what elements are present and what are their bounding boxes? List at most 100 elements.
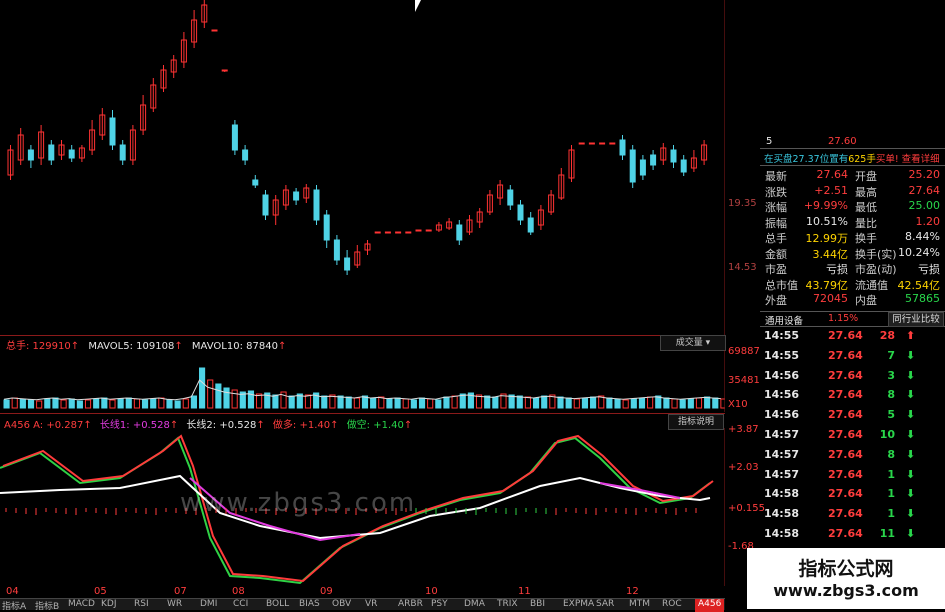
trade-price: 27.64	[828, 368, 863, 382]
indicator-tab[interactable]: CCI	[233, 599, 248, 612]
volume-bar	[19, 398, 26, 409]
candle	[619, 139, 626, 156]
quote-label: 换手(实)	[855, 247, 897, 261]
price-chart[interactable]	[0, 0, 725, 335]
volume-bar	[76, 400, 83, 409]
indicator-tab[interactable]: RSI	[134, 599, 149, 612]
indicator-tab[interactable]: OBV	[332, 599, 351, 612]
sector-name[interactable]: 通用设备	[765, 313, 803, 327]
indicator-tab[interactable]: WR	[167, 599, 182, 612]
quote-row: 市盈 亏损 市盈(动) 亏损	[760, 261, 940, 277]
x-axis: 04 05 07 08 09 10 11 12	[0, 586, 725, 598]
indicator-tab[interactable]: EXPMA	[563, 599, 594, 612]
candle	[231, 124, 238, 151]
bid-notice[interactable]: 在买盘27.37位置有625手买单! 查看详细	[764, 151, 940, 165]
indicator-tab[interactable]: VR	[365, 599, 377, 612]
candle	[599, 142, 606, 145]
candle	[395, 231, 402, 234]
indicator-tab[interactable]: DMI	[200, 599, 217, 612]
indicator-tab[interactable]: ARBR	[398, 599, 423, 612]
volume-bar	[695, 397, 703, 409]
trade-price: 27.64	[828, 527, 863, 540]
quote-row: 振幅 10.51% 量比 1.20	[760, 215, 940, 231]
indicator-tab[interactable]: BIAS	[299, 599, 320, 612]
candle	[323, 214, 330, 241]
brand-title: 指标公式网	[798, 558, 894, 580]
volume-bar	[630, 398, 637, 409]
trade-volume: 1	[887, 467, 895, 481]
volume-bar	[3, 399, 10, 409]
candle	[109, 117, 116, 146]
indicator-line-long1	[599, 482, 681, 499]
indicator-tab[interactable]: DMA	[464, 599, 485, 612]
indicator-tab[interactable]: TRIX	[497, 599, 518, 612]
trade-row: 14:56 27.64 8 ⬇	[760, 387, 940, 405]
trade-row: 14:55 27.64 7 ⬇	[760, 348, 940, 366]
trade-row: 14:58 27.64 1 ⬇	[760, 486, 940, 504]
quote-label: 外盘	[765, 294, 787, 307]
volume-bar	[687, 398, 694, 409]
quote-value: +9.99%	[803, 199, 848, 212]
trade-row: 14:57 27.64 8 ⬇	[760, 447, 940, 465]
indicator-tab[interactable]: BOLL	[266, 599, 289, 612]
candle	[242, 149, 249, 161]
volume-bar	[590, 396, 597, 409]
quote-value: 8.44%	[905, 230, 940, 243]
volume-bar	[647, 396, 654, 409]
indicator-tab[interactable]: PSY	[431, 599, 448, 612]
volume-bar	[394, 397, 401, 409]
volume-bar	[484, 395, 491, 409]
candle	[609, 142, 616, 145]
volume-bar	[370, 397, 377, 409]
trade-row: 14:58 27.64 1 ⬇	[760, 506, 940, 524]
volume-bar	[272, 394, 279, 409]
candle	[425, 229, 432, 232]
quote-label: 内盘	[855, 294, 877, 307]
arrow-down-icon: ⬇	[906, 487, 916, 501]
indicator-tab[interactable]: MTM	[629, 599, 650, 612]
trade-volume: 3	[887, 368, 895, 382]
candle	[507, 189, 514, 206]
candle	[578, 142, 585, 145]
volume-bar	[60, 399, 67, 409]
quote-label: 金额	[765, 247, 787, 261]
industry-compare-button[interactable]: 同行业比较	[888, 312, 944, 327]
volume-bars	[3, 367, 725, 409]
volume-bar	[638, 397, 646, 409]
quote-value: 57865	[905, 292, 940, 305]
volume-bar	[606, 397, 613, 409]
volume-bar	[622, 399, 629, 409]
quote-panel: 5 27.60 在买盘27.37位置有625手买单! 查看详细 最新 27.64…	[760, 136, 945, 609]
volume-bar	[36, 400, 43, 409]
volume-bar	[44, 398, 51, 409]
candle	[313, 189, 320, 221]
arrow-down-icon: ⬇	[906, 467, 916, 481]
volume-bar	[492, 396, 499, 409]
indicator-tab[interactable]: BBI	[530, 599, 545, 612]
indicator-tab[interactable]: SAR	[596, 599, 614, 612]
volume-bar	[418, 397, 426, 409]
indicator-tab[interactable]: 指标A	[2, 599, 26, 612]
volume-bar	[141, 399, 149, 409]
trade-price: 27.64	[828, 329, 863, 342]
volume-bar	[541, 395, 548, 409]
quote-value: 27.64	[908, 183, 941, 197]
trade-time: 14:55	[764, 329, 800, 342]
volume-bar	[427, 398, 434, 409]
candle	[517, 204, 524, 221]
indicator-tab[interactable]: MACD	[68, 599, 95, 612]
chevron-down-icon: ▾	[705, 338, 711, 348]
trade-row: 14:57 27.64 1 ⬇	[760, 467, 940, 485]
volume-indicator-dropdown[interactable]: 成交量 ▾	[660, 335, 726, 351]
volume-bar	[557, 396, 564, 409]
indicator-tab[interactable]: 指标B	[35, 599, 59, 612]
indicator-tab[interactable]: ROC	[662, 599, 682, 612]
volume-bar	[93, 398, 100, 409]
indicator-tab[interactable]: A456	[695, 599, 725, 612]
volume-bar	[231, 389, 238, 409]
quote-row: 涨幅 +9.99% 最低 25.00	[760, 199, 940, 215]
indicator-tab[interactable]: KDJ	[101, 599, 117, 612]
arrow-down-icon: ⬇	[906, 428, 916, 441]
candle	[252, 179, 259, 186]
quote-row: 最新 27.64 开盘 25.20	[760, 168, 940, 184]
